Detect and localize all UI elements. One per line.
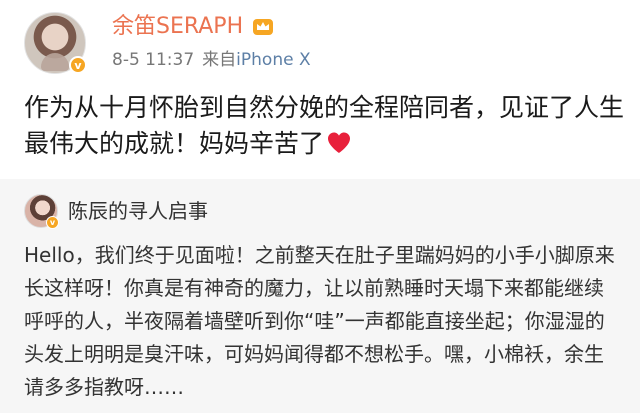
repost-text: Hello，我们终于见面啦！之前整天在肚子里踹妈妈的小手小脚原来长这样呀！你真是… <box>24 243 615 399</box>
author-name[interactable]: 余笛SERAPH <box>112 12 243 42</box>
reposted-card[interactable]: v 陈辰的寻人启事 Hello，我们终于见面啦！之前整天在肚子里踹妈妈的小手小脚… <box>0 179 640 413</box>
post-text: 作为从十月怀胎到自然分娩的全程陪同者，见证了人生最伟大的成就！妈妈辛苦了 <box>24 93 625 158</box>
repost-verified-icon: v <box>46 216 59 229</box>
source-device-link[interactable]: iPhone X <box>236 50 310 70</box>
post-meta: 8-5 11:37 来自iPhone X <box>112 48 311 72</box>
post-header: v 余笛SERAPH 8-5 11:37 来自iPhone X <box>0 0 640 80</box>
repost-author-name[interactable]: 陈辰的寻人启事 <box>68 197 208 225</box>
crown-icon <box>253 19 273 35</box>
heart-icon <box>328 132 351 153</box>
post-timestamp: 8-5 11:37 <box>112 50 195 70</box>
verified-badge-icon: v <box>69 56 87 74</box>
post-body: 作为从十月怀胎到自然分娩的全程陪同者，见证了人生最伟大的成就！妈妈辛苦了 <box>24 90 624 162</box>
source-prefix: 来自 <box>202 50 237 70</box>
